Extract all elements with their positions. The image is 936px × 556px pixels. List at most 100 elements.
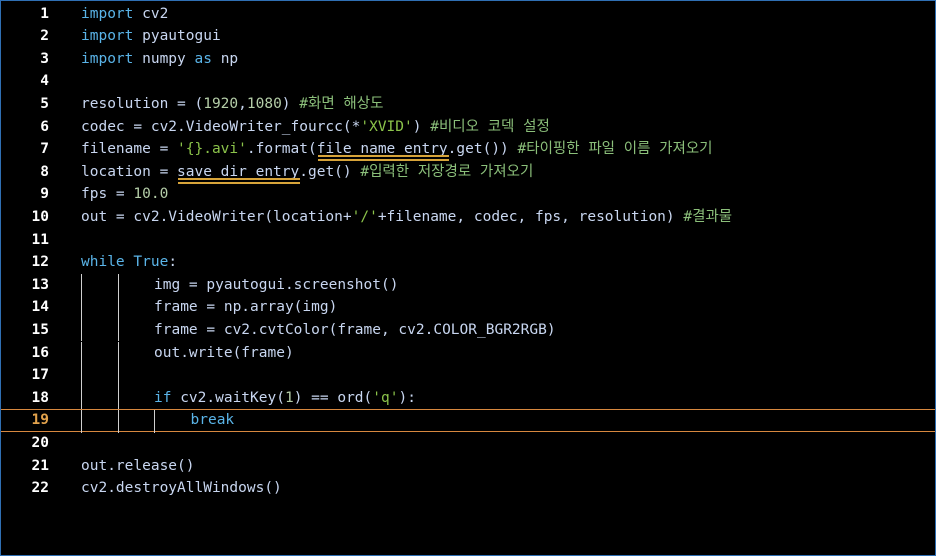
code-text[interactable]: fps = 10.0: [81, 183, 168, 206]
code-line[interactable]: 16 out.write(frame): [1, 341, 935, 365]
code-line[interactable]: 8 location = save_dir_entry.get() #입력한 저장…: [1, 161, 935, 184]
code-line[interactable]: 6 codec = cv2.VideoWriter_fourcc(*'XVID')…: [1, 116, 935, 139]
line-number: 11: [31, 231, 49, 248]
line-number: 18: [31, 389, 49, 406]
code-line[interactable]: 12 while True:: [1, 251, 935, 274]
code-line[interactable]: 3 import numpy as np: [1, 48, 935, 71]
code-line[interactable]: 18 if cv2.waitKey(1) == ord('q'):: [1, 386, 935, 410]
code-line[interactable]: 4: [1, 70, 935, 93]
indent-guide: [81, 410, 82, 433]
code-token: as: [194, 50, 212, 67]
code-text[interactable]: cv2.destroyAllWindows(): [81, 477, 282, 500]
code-line[interactable]: 2 import pyautogui: [1, 25, 935, 48]
code-token: location =: [81, 163, 178, 180]
code-text[interactable]: if cv2.waitKey(1) == ord('q'):: [154, 387, 416, 410]
code-token: import: [81, 28, 134, 45]
indent-guide: [117, 273, 119, 297]
indent-guide: [117, 386, 119, 410]
line-number: 21: [31, 457, 49, 474]
line-number: 17: [31, 367, 49, 384]
code-token: :: [168, 254, 178, 271]
code-line[interactable]: 14 frame = np.array(img): [1, 296, 935, 319]
code-token: +filename, codec, fps, resolution): [377, 208, 684, 225]
line-number: 9: [40, 186, 49, 203]
code-token: 1: [284, 389, 294, 406]
match-highlight-underline: [178, 181, 301, 184]
code-line[interactable]: 10 out = cv2.VideoWriter(location+'/'+fil…: [1, 206, 935, 229]
code-token: #입력한 저장경로 가져오기: [360, 163, 534, 180]
code-token: numpy: [133, 50, 195, 67]
code-token: .format(: [246, 141, 317, 158]
code-token: out.write(frame): [154, 344, 294, 361]
line-number: 12: [31, 254, 49, 271]
code-line[interactable]: 1 import cv2: [1, 3, 935, 26]
code-text[interactable]: frame = np.array(img): [154, 296, 337, 319]
code-text[interactable]: out.write(frame): [154, 342, 294, 365]
code-token: while: [81, 254, 125, 271]
line-number: 13: [31, 276, 49, 293]
code-line[interactable]: 22 cv2.destroyAllWindows(): [1, 477, 935, 500]
code-line[interactable]: 13 img = pyautogui.screenshot(): [1, 273, 935, 297]
code-line-active[interactable]: 19 break: [1, 409, 935, 433]
code-text[interactable]: break: [191, 410, 235, 431]
code-token: '{}.avi': [177, 141, 247, 158]
code-token: ): [281, 95, 300, 112]
code-text[interactable]: out.release(): [81, 455, 195, 478]
code-line[interactable]: 9 fps = 10.0: [1, 183, 935, 206]
code-token: 'XVID': [360, 118, 413, 135]
code-line[interactable]: 17: [1, 364, 935, 387]
code-token: filename =: [81, 141, 178, 158]
code-line[interactable]: 5 resolution = (1920,1080) #화면 해상도: [1, 93, 935, 116]
line-number: 7: [40, 141, 49, 158]
code-token: #타이핑한 파일 이름 가져오기: [517, 141, 713, 158]
line-number: 6: [40, 118, 49, 135]
code-line[interactable]: 15 frame = cv2.cvtColor(frame, cv2.COLOR_…: [1, 318, 935, 342]
code-line[interactable]: 7 filename = '{}.avi'.format(file_name_en…: [1, 138, 935, 161]
code-token: frame = np.array(img): [154, 299, 338, 316]
code-token: import: [81, 5, 134, 22]
line-number: 20: [31, 434, 49, 451]
indent-guide: [117, 296, 119, 319]
code-token: cv2: [133, 5, 169, 22]
code-token: pyautogui: [133, 28, 221, 45]
code-line[interactable]: 21 out.release(): [1, 455, 935, 478]
code-token: img = pyautogui.screenshot(): [154, 276, 399, 293]
code-line[interactable]: 11: [1, 229, 935, 252]
line-number: 2: [40, 28, 49, 45]
indent-guide: [81, 318, 82, 342]
line-number: 3: [40, 50, 49, 67]
code-token: 'q': [372, 389, 399, 406]
code-text[interactable]: import cv2: [81, 3, 168, 26]
line-number: 15: [31, 321, 49, 338]
code-token: ) == ord(: [293, 389, 373, 406]
code-text[interactable]: location = save_dir_entry.get() #입력한 저장경…: [81, 161, 533, 184]
code-text[interactable]: img = pyautogui.screenshot(): [154, 274, 398, 297]
line-number: 14: [31, 299, 49, 316]
match-highlight-underline: [317, 159, 449, 162]
code-token: cv2.destroyAllWindows(): [81, 480, 282, 497]
code-token: np: [211, 50, 239, 67]
line-number: 8: [40, 163, 49, 180]
code-text[interactable]: import numpy as np: [81, 48, 238, 71]
line-number: 1: [40, 5, 49, 22]
line-number: 5: [40, 95, 49, 112]
code-text[interactable]: resolution = (1920,1080) #화면 해상도: [81, 93, 383, 116]
indent-guide: [81, 273, 82, 297]
code-token: import: [81, 50, 134, 67]
code-text[interactable]: out = cv2.VideoWriter(location+'/'+filen…: [81, 206, 732, 229]
code-text[interactable]: filename = '{}.avi'.format(file_name_ent…: [81, 138, 713, 161]
code-token: fps =: [81, 186, 134, 203]
indent-guide: [154, 410, 155, 433]
code-line[interactable]: 20: [1, 432, 935, 455]
code-token: resolution = (: [81, 95, 204, 112]
code-text[interactable]: while True:: [81, 251, 177, 274]
code-text[interactable]: import pyautogui: [81, 25, 221, 48]
code-editor[interactable]: 1 import cv2 2 import pyautogui 3 import nump…: [0, 0, 936, 556]
code-text[interactable]: codec = cv2.VideoWriter_fourcc(*'XVID') …: [81, 116, 550, 139]
code-token: #결과물: [683, 208, 733, 225]
code-text[interactable]: frame = cv2.cvtColor(frame, cv2.COLOR_BG…: [154, 319, 556, 342]
code-token: True: [133, 254, 169, 271]
code-token: ,: [238, 95, 247, 112]
code-token: 1920: [203, 95, 239, 112]
match-highlight-underline: [178, 177, 301, 180]
